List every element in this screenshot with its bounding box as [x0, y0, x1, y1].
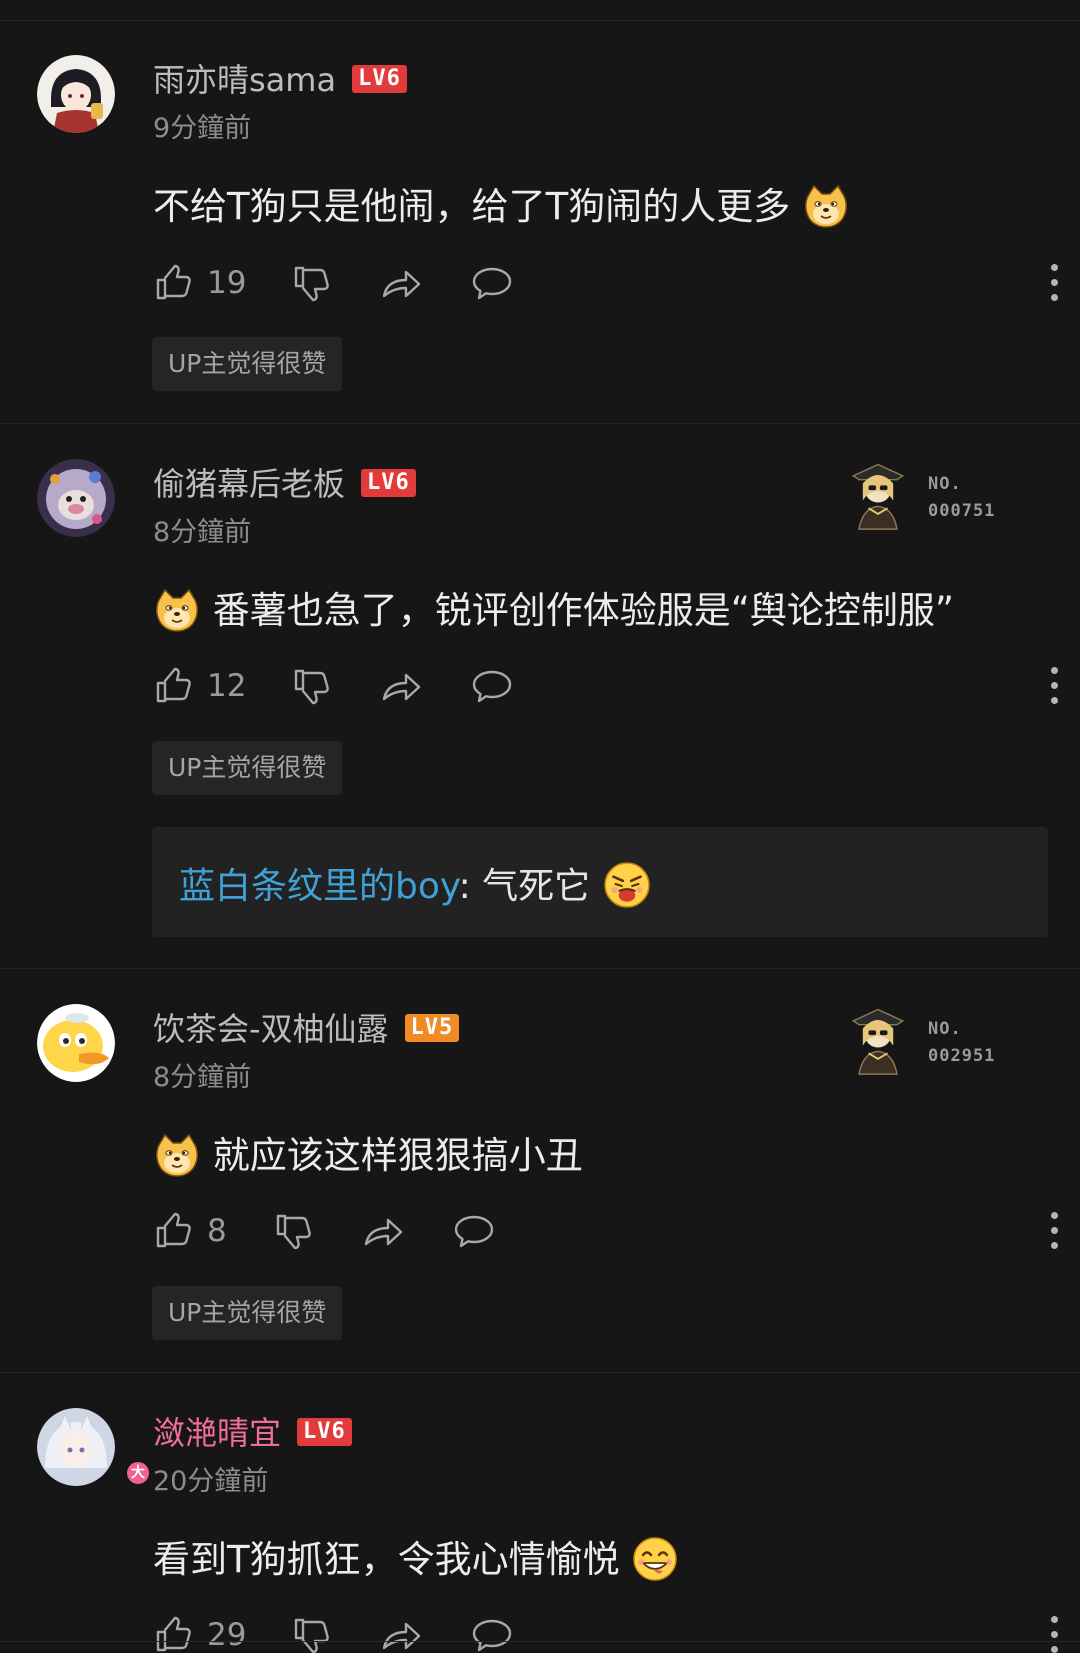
thumb-up-icon: [153, 666, 193, 706]
reply-body: 气死它: [482, 866, 591, 907]
username[interactable]: 潋滟晴宜 LV6: [153, 1408, 352, 1454]
comment-divider: [0, 968, 1080, 969]
reply-button[interactable]: [452, 1206, 496, 1256]
comment-divider: [0, 1372, 1080, 1373]
character-figure-icon: [840, 455, 916, 531]
fan-number: NO. 002951: [928, 1019, 996, 1066]
more-options-icon[interactable]: [1049, 1212, 1059, 1250]
thumb-down-icon: [273, 1211, 313, 1251]
chat-bubble-icon: [470, 1615, 514, 1653]
avatar[interactable]: [37, 55, 115, 133]
username-text[interactable]: 潋滟晴宜: [153, 1414, 281, 1452]
like-button[interactable]: 19: [153, 258, 246, 308]
avatar[interactable]: [37, 1004, 115, 1082]
like-count: 19: [207, 265, 247, 301]
reply-button[interactable]: [470, 1610, 514, 1653]
thumb-up-icon: [153, 263, 193, 303]
top-divider: [0, 20, 1080, 21]
comment-text-body: 不给T狗只是他闹，给了T狗闹的人更多: [153, 185, 791, 228]
share-button[interactable]: [379, 661, 423, 711]
like-button[interactable]: 29: [153, 1610, 246, 1653]
username[interactable]: 雨亦晴sama LV6: [153, 55, 407, 101]
fan-number: NO. 000751: [928, 474, 996, 521]
comment-actions: 19: [153, 258, 1058, 308]
doge-emoji-icon: [153, 1131, 201, 1179]
reply-button[interactable]: [470, 258, 514, 308]
comment-text: 番薯也急了，锐评创作体验服是“舆论控制服”: [153, 580, 954, 637]
more-options-icon[interactable]: [1049, 264, 1059, 302]
chat-bubble-icon: [470, 263, 514, 303]
share-button[interactable]: [379, 1610, 423, 1653]
reply-preview[interactable]: 蓝白条纹里的boy: 气死它: [152, 827, 1048, 937]
doge-emoji-icon: [153, 586, 201, 634]
comment-text: 不给T狗只是他闹，给了T狗闹的人更多: [153, 176, 850, 233]
thumb-down-icon: [291, 1615, 331, 1653]
level-badge: LV6: [297, 1418, 352, 1446]
level-badge: LV6: [361, 469, 416, 497]
username-text[interactable]: 偷猪幕后老板: [153, 465, 345, 503]
doge-emoji-icon: [802, 182, 850, 230]
timestamp: 20分鐘前: [153, 1466, 269, 1497]
bottom-divider: [0, 1641, 1080, 1642]
comment-actions: 12: [153, 661, 1058, 711]
more-options-icon[interactable]: [1049, 667, 1059, 705]
level-badge: LV5: [404, 1014, 460, 1042]
happy-face-emoji-icon: [631, 1535, 679, 1583]
share-button[interactable]: [379, 258, 423, 308]
vip-badge-icon: 大: [125, 1460, 151, 1486]
comment-actions: 8: [153, 1206, 1058, 1256]
up-liked-badge: UP主觉得很赞: [152, 1286, 343, 1340]
share-button[interactable]: [361, 1206, 405, 1256]
fan-medal-badge[interactable]: NO. 000751: [840, 455, 1020, 535]
level-badge: LV6: [352, 65, 407, 93]
comment-text-body: 看到T狗抓狂，令我心情愉悦: [153, 1538, 620, 1581]
thumb-up-icon: [153, 1211, 193, 1251]
share-icon: [379, 666, 423, 706]
reply-button[interactable]: [470, 661, 514, 711]
timestamp: 8分鐘前: [153, 517, 252, 548]
dislike-button[interactable]: [291, 258, 331, 308]
share-icon: [379, 263, 423, 303]
avatar[interactable]: [37, 459, 115, 537]
thumb-down-icon: [291, 263, 331, 303]
thumb-down-icon: [291, 666, 331, 706]
chat-bubble-icon: [452, 1211, 496, 1251]
reply-separator: :: [458, 866, 483, 907]
character-figure-icon: [840, 1000, 916, 1076]
timestamp: 9分鐘前: [153, 113, 252, 144]
dislike-button[interactable]: [273, 1206, 313, 1256]
username[interactable]: 偷猪幕后老板 LV6: [153, 459, 416, 505]
angry-face-emoji-icon: [602, 860, 652, 910]
like-count: 12: [207, 668, 247, 704]
share-icon: [361, 1211, 405, 1251]
username-text[interactable]: 雨亦晴sama: [153, 61, 336, 99]
like-button[interactable]: 8: [153, 1206, 227, 1256]
reply-username[interactable]: 蓝白条纹里的boy: [179, 866, 459, 907]
dislike-button[interactable]: [291, 661, 331, 711]
reply-text: 蓝白条纹里的boy: 气死它: [179, 857, 652, 913]
like-button[interactable]: 12: [153, 661, 246, 711]
dislike-button[interactable]: [291, 1610, 331, 1653]
up-liked-badge: UP主觉得很赞: [152, 741, 343, 795]
thumb-up-icon: [153, 1615, 193, 1653]
share-icon: [379, 1615, 423, 1653]
comment-actions: 29: [153, 1610, 1058, 1653]
comment-text-body: 就应该这样狠狠搞小丑: [212, 1134, 583, 1177]
more-options-icon[interactable]: [1049, 1616, 1059, 1653]
comment-text: 看到T狗抓狂，令我心情愉悦: [153, 1529, 679, 1586]
comment-text-body: 番薯也急了，锐评创作体验服是“舆论控制服”: [212, 589, 955, 632]
like-count: 8: [207, 1213, 227, 1249]
username[interactable]: 饮茶会-双柚仙露 LV5: [153, 1004, 460, 1050]
avatar[interactable]: 大: [37, 1408, 151, 1486]
comment-text: 就应该这样狠狠搞小丑: [153, 1125, 583, 1182]
username-text[interactable]: 饮茶会-双柚仙露: [153, 1010, 389, 1048]
fan-medal-badge[interactable]: NO. 002951: [840, 1000, 1020, 1080]
comment-divider: [0, 423, 1080, 424]
up-liked-badge: UP主觉得很赞: [152, 337, 343, 391]
timestamp: 8分鐘前: [153, 1062, 252, 1093]
chat-bubble-icon: [470, 666, 514, 706]
like-count: 29: [207, 1617, 247, 1653]
